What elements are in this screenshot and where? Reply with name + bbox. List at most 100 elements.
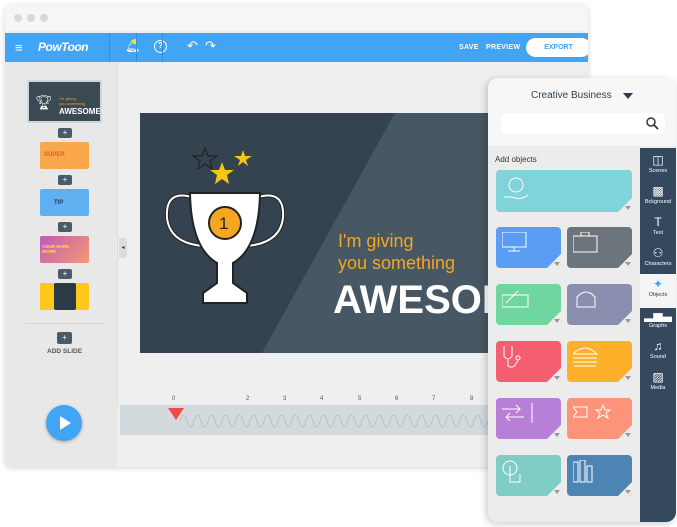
object-category-tile[interactable] <box>567 341 632 382</box>
flag-star-icon <box>573 403 612 420</box>
caret-down-icon[interactable] <box>554 262 560 266</box>
duplicate-slide-icon[interactable]: + <box>58 269 72 279</box>
object-category-tile[interactable] <box>496 341 561 382</box>
toolbar: ≡ PowToon 🔔︎ ? ↶ ↷ SAVE PREVIEW <box>5 33 588 62</box>
sidebar-item-text[interactable]: T Text <box>640 212 676 246</box>
caret-down-icon[interactable] <box>625 319 631 323</box>
caret-down-icon[interactable] <box>554 490 560 494</box>
title-bar <box>5 5 588 31</box>
sidebar-item-label: Characters <box>644 261 672 267</box>
window-dot[interactable] <box>14 14 22 22</box>
arrows-icon <box>502 403 533 423</box>
play-button[interactable] <box>46 405 82 441</box>
caret-down-icon[interactable] <box>554 319 560 323</box>
divider <box>25 323 105 324</box>
caret-down-icon[interactable] <box>625 376 631 380</box>
object-category-tile[interactable] <box>567 398 632 439</box>
object-category-tile[interactable] <box>567 455 632 496</box>
sidebar-item-objects[interactable]: ✦ Objects <box>640 274 676 308</box>
sidebar-item-media[interactable]: ▨ Media <box>640 367 676 401</box>
objects-icon: ✦ <box>652 277 664 291</box>
panel-sidebar: ◫ Scenes ▩ Bckground T Text ⚇ Characters ✦ Object… <box>640 148 676 522</box>
caret-down-icon[interactable] <box>623 93 633 99</box>
timeline-tick: 6 <box>395 396 399 402</box>
redo-icon[interactable]: ↷ <box>205 38 216 54</box>
caret-down-icon[interactable] <box>625 490 631 494</box>
sidebar-item-sound[interactable]: ♫ Sound <box>640 336 676 370</box>
logo[interactable]: PowToon <box>38 40 89 54</box>
collapse-panel-toggle[interactable]: ◂ <box>119 238 127 258</box>
timeline-tick: 2 <box>246 396 250 402</box>
search-icon[interactable] <box>646 117 659 130</box>
trophy-icon: 🏆︎ <box>35 94 53 110</box>
save-button[interactable]: SAVE <box>459 44 479 51</box>
object-category-tile[interactable] <box>496 455 561 496</box>
object-category-tile[interactable] <box>567 284 632 325</box>
slide-thumbnail-1[interactable]: 🏆︎ I'm giving you something AWESOME <box>27 80 102 123</box>
image-icon: ▨ <box>652 370 664 384</box>
caret-down-icon[interactable] <box>554 433 560 437</box>
section-title: Add objects <box>495 155 537 164</box>
slide-canvas[interactable]: 1 I'm giving you something AWESOME <box>140 113 490 353</box>
duplicate-slide-icon[interactable]: + <box>58 175 72 185</box>
touch-icon <box>502 460 521 483</box>
sidebar-item-graphs[interactable]: ▂▅▃ Graphs <box>640 305 676 339</box>
thumb-title: AWESOME <box>59 107 101 116</box>
object-category-tile[interactable] <box>567 227 632 268</box>
slide-thumbnail-2[interactable]: SUPER <box>40 142 89 169</box>
playhead[interactable] <box>168 408 184 420</box>
briefcase-icon <box>573 232 598 253</box>
library-panel: Creative Business Add objects ◫ Scenes ▩ Bc… <box>488 78 676 522</box>
thumb-title: SUPER <box>44 152 65 158</box>
music-icon: ♫ <box>653 339 663 353</box>
sidebar-item-label: Sound <box>650 354 666 360</box>
timeline-tick: 3 <box>283 396 287 402</box>
help-icon[interactable]: ? <box>154 40 167 53</box>
object-category-tile[interactable] <box>496 227 561 268</box>
armchair-icon <box>576 291 596 308</box>
play-icon <box>60 416 71 430</box>
people-icon: ⚇ <box>652 246 664 260</box>
window-dot[interactable] <box>27 14 35 22</box>
sidebar-item-label: Media <box>650 385 666 391</box>
duplicate-slide-icon[interactable]: + <box>58 128 72 138</box>
duplicate-slide-icon[interactable]: + <box>58 222 72 232</box>
preview-button[interactable]: PREVIEW <box>486 44 520 51</box>
slide-thumbnail-5[interactable] <box>40 283 89 310</box>
caret-down-icon[interactable] <box>625 433 631 437</box>
monitor-icon <box>502 232 527 252</box>
undo-icon[interactable]: ↶ <box>187 38 198 54</box>
add-slide-icon[interactable]: + <box>57 332 72 344</box>
slide-title[interactable]: AWESOME <box>333 278 490 323</box>
timeline-tick: 0 <box>172 396 176 402</box>
object-category-tile[interactable] <box>496 170 632 212</box>
slide-text-line1[interactable]: I'm giving <box>338 231 413 252</box>
slide-text-line2[interactable]: you something <box>338 253 455 274</box>
pattern-icon: ▩ <box>652 184 664 198</box>
sidebar-item-scenes[interactable]: ◫ Scenes <box>640 150 676 184</box>
object-category-tile[interactable] <box>496 398 561 439</box>
graph-icon: ▂▅▃ <box>644 308 672 322</box>
timeline-tick: 7 <box>432 396 436 402</box>
add-slide-button[interactable]: ADD SLIDE <box>47 348 82 355</box>
window-dot[interactable] <box>40 14 48 22</box>
export-button[interactable]: EXPORT <box>526 38 588 57</box>
caret-down-icon[interactable] <box>625 206 631 210</box>
thumb-text: you something <box>59 101 86 106</box>
sidebar-item-characters[interactable]: ⚇ Characters <box>640 243 676 277</box>
menu-icon[interactable]: ≡ <box>15 41 23 54</box>
caret-down-icon[interactable] <box>554 376 560 380</box>
search-input[interactable] <box>501 113 665 134</box>
trophy-number: 1 <box>219 214 229 233</box>
bell-icon[interactable]: 🔔︎ <box>125 39 140 53</box>
object-category-tile[interactable] <box>496 284 561 325</box>
text-icon: T <box>654 215 662 229</box>
sidebar-item-label: Bckground <box>644 199 672 205</box>
slide-thumbnail-3[interactable]: TIP <box>40 189 89 216</box>
slides-panel: 🏆︎ I'm giving you something AWESOME + SU… <box>5 62 118 405</box>
caret-down-icon[interactable] <box>625 262 631 266</box>
stethoscope-icon <box>503 346 521 368</box>
sidebar-item-bckground[interactable]: ▩ Bckground <box>640 181 676 215</box>
category-dropdown[interactable]: Creative Business <box>531 90 612 101</box>
slide-thumbnail-4[interactable]: YOUR HARD WORK <box>40 236 89 263</box>
